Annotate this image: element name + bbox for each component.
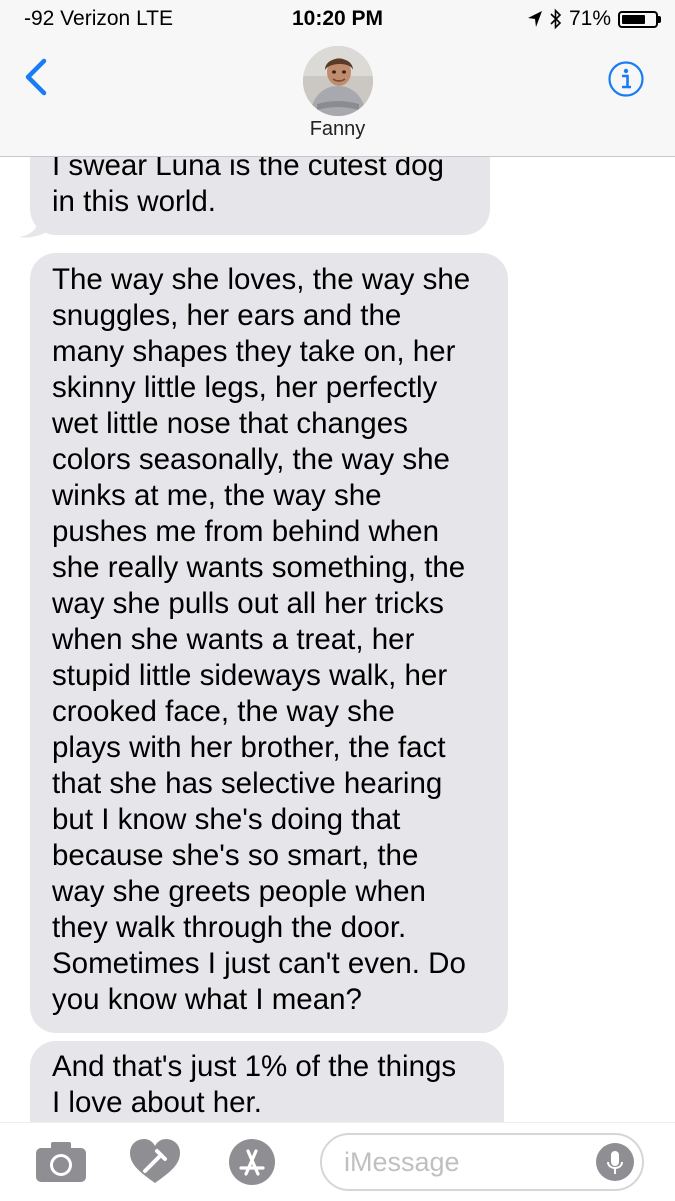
status-indicators: 71% bbox=[527, 7, 661, 31]
contact-avatar[interactable] bbox=[303, 46, 373, 116]
microphone-button[interactable] bbox=[596, 1143, 634, 1181]
message-bubble[interactable]: I swear Luna is the cutest dog in this w… bbox=[30, 157, 490, 235]
digital-touch-icon[interactable] bbox=[127, 1137, 183, 1187]
message-bubble[interactable]: And that's just 1% of the things I love … bbox=[30, 1041, 504, 1122]
battery-level bbox=[622, 14, 645, 24]
bubble-tail bbox=[19, 215, 53, 238]
info-icon[interactable] bbox=[607, 60, 645, 98]
contact-name[interactable]: Fanny bbox=[0, 118, 675, 141]
battery-percent: 71% bbox=[568, 7, 611, 30]
message-bubble[interactable]: The way she loves, the way she snuggles,… bbox=[30, 253, 508, 1033]
app-store-icon[interactable] bbox=[224, 1137, 280, 1187]
status-bar: -92 Verizon LTE 10:20 PM 71% bbox=[0, 0, 675, 40]
avatar-photo bbox=[303, 46, 373, 116]
conversation-header: Fanny bbox=[0, 40, 675, 157]
location-arrow-icon bbox=[527, 11, 542, 27]
battery-icon bbox=[618, 10, 661, 28]
bluetooth-icon bbox=[550, 8, 562, 30]
message-thread[interactable]: I swear Luna is the cutest dog in this w… bbox=[0, 157, 675, 1122]
camera-icon[interactable] bbox=[33, 1137, 89, 1187]
back-chevron-icon[interactable] bbox=[20, 58, 54, 96]
message-input-placeholder: iMessage bbox=[344, 1147, 460, 1177]
microphone-icon bbox=[607, 1151, 623, 1174]
compose-bar: iMessage bbox=[0, 1122, 675, 1201]
message-input[interactable]: iMessage bbox=[320, 1133, 644, 1191]
